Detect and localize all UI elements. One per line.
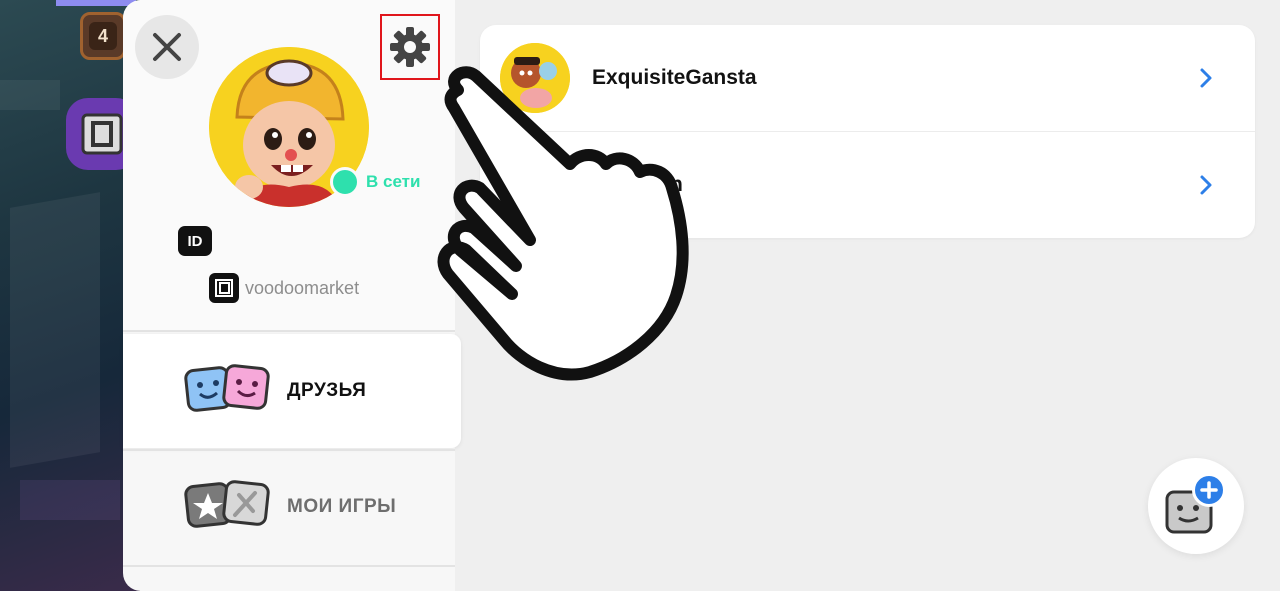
plus-icon[interactable] xyxy=(1192,473,1226,507)
voodoo-brand-icon xyxy=(209,273,239,303)
level-value: 4 xyxy=(89,22,117,50)
brand-name: voodoomarket xyxy=(245,277,360,298)
divider xyxy=(123,330,455,332)
add-friend-icon xyxy=(1165,490,1213,534)
games-icon xyxy=(183,477,283,537)
level-badge: 4 xyxy=(80,12,126,60)
chevron-right-icon xyxy=(1200,68,1212,88)
add-friend-button[interactable] xyxy=(1148,458,1244,554)
game-progress-bar xyxy=(56,0,136,6)
friend-row[interactable]: n xyxy=(480,131,1255,238)
friend-row[interactable]: ExquisiteGansta xyxy=(480,25,1255,131)
settings-button[interactable] xyxy=(380,14,440,80)
divider xyxy=(123,565,455,567)
brand-row: voodoomarket xyxy=(209,273,359,303)
close-button[interactable] xyxy=(135,15,199,79)
menu-item-friends[interactable]: ДРУЗЬЯ xyxy=(123,334,461,448)
menu-item-label: ДРУЗЬЯ xyxy=(287,380,367,401)
game-background xyxy=(0,0,140,591)
friend-avatar xyxy=(500,43,570,113)
friends-icon xyxy=(183,361,283,421)
online-status-text: В сети xyxy=(366,172,421,191)
id-badge[interactable]: ID xyxy=(178,226,212,256)
friend-name: ExquisiteGansta xyxy=(592,66,757,89)
menu-item-my-games[interactable]: МОИ ИГРЫ xyxy=(123,450,455,564)
friend-name: n xyxy=(670,173,683,196)
online-status-dot xyxy=(330,167,360,197)
gear-icon xyxy=(390,27,430,67)
voodoo-logo-icon xyxy=(81,113,123,155)
friends-list: ExquisiteGansta n xyxy=(480,25,1255,238)
chevron-right-icon xyxy=(1200,175,1212,195)
close-icon xyxy=(153,33,181,61)
side-panel: В сети ID voodoomarket ДРУЗЬЯ МОИ ИГРЫ xyxy=(123,0,461,591)
menu-item-label: МОИ ИГРЫ xyxy=(287,496,397,517)
